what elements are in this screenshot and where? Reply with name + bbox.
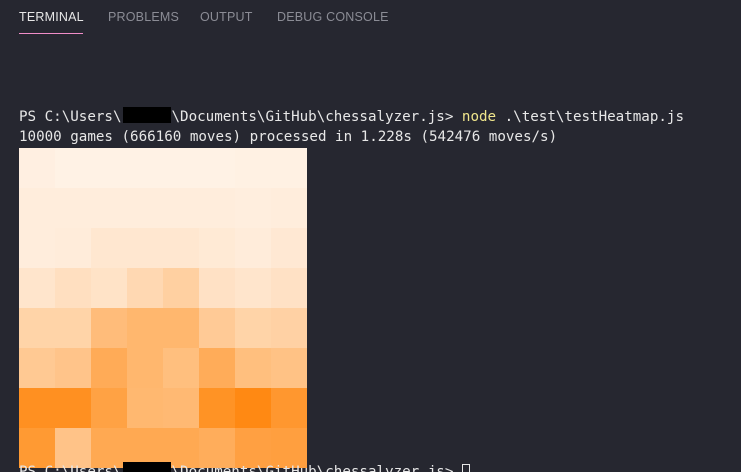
heatmap-cell [91,268,128,309]
heatmap-cell [235,268,272,309]
heatmap-cell [19,308,56,349]
bottom-redacted-username [122,462,171,472]
heatmap-cell [55,228,92,269]
heatmap-cell [19,148,56,189]
heatmap-cell [235,188,272,229]
heatmap-cell [271,188,307,229]
bottom-prompt-end: \Documents\GitHub\chessalyzer.js> [171,464,462,472]
active-tab-indicator [19,33,83,34]
heatmap-cell [235,148,272,189]
prompt-path-start: PS C:\Users\ [19,109,122,125]
heatmap-cell [127,148,164,189]
heatmap-cell [91,148,128,189]
heatmap-cell [235,228,272,269]
heatmap-cell [199,228,236,269]
output-line: 10000 games (666160 moves) processed in … [19,129,558,145]
heatmap-cell [55,348,92,389]
heatmap-cell [55,388,92,429]
heatmap-cell [91,308,128,349]
tab-debug-console[interactable]: DEBUG CONSOLE [277,10,389,28]
command-name: node [461,109,497,125]
heatmap-cell [55,188,92,229]
heatmap-cell [19,188,56,229]
prompt-line: PS C:\Users\ \Documents\GitHub\chessalyze… [19,107,684,127]
bottom-prompt-start: PS C:\Users\ [19,464,122,472]
heatmap-cell [127,308,164,349]
heatmap-cell [19,388,56,429]
heatmap-cell [91,228,128,269]
heatmap-cell [91,388,128,429]
terminal-cursor [461,464,470,472]
heatmap-cell [271,388,307,429]
heatmap-cell [91,188,128,229]
heatmap-cell [199,268,236,309]
prompt-path-end: \Documents\GitHub\chessalyzer.js> [171,109,462,125]
heatmap-cell [163,348,200,389]
heatmap-cell [235,388,272,429]
heatmap-cell [163,268,200,309]
heatmap-cell [199,188,236,229]
heatmap-cell [127,188,164,229]
heatmap-cell [271,268,307,309]
heatmap-cell [127,228,164,269]
heatmap-cell [163,228,200,269]
heatmap-image [19,148,307,468]
heatmap-cell [19,228,56,269]
tab-problems[interactable]: PROBLEMS [108,10,179,28]
heatmap-cell [127,348,164,389]
heatmap-cell [235,348,272,389]
heatmap-cell [235,308,272,349]
heatmap-cell [127,388,164,429]
tab-output[interactable]: OUTPUT [200,10,253,28]
heatmap-cell [19,268,56,309]
heatmap-cell [271,348,307,389]
panel-tab-bar: TERMINAL PROBLEMS OUTPUT DEBUG CONSOLE [0,0,741,36]
heatmap-cell [271,308,307,349]
heatmap-cell [199,348,236,389]
heatmap-cell [199,388,236,429]
command-args: .\test\testHeatmap.js [496,109,685,125]
heatmap-cell [163,388,200,429]
heatmap-cell [163,148,200,189]
bottom-prompt-line: PS C:\Users\ \Documents\GitHub\chessalyze… [19,462,470,472]
heatmap-cell [199,148,236,189]
heatmap-cell [55,308,92,349]
heatmap-cell [55,268,92,309]
heatmap-cell [163,188,200,229]
heatmap-cell [271,148,307,189]
heatmap-cell [19,348,56,389]
heatmap-cell [199,308,236,349]
heatmap-cell [271,228,307,269]
tab-terminal[interactable]: TERMINAL [19,10,84,28]
heatmap-cell [163,308,200,349]
heatmap-cell [55,148,92,189]
heatmap-cell [127,268,164,309]
redacted-username [122,107,171,123]
heatmap-cell [91,348,128,389]
